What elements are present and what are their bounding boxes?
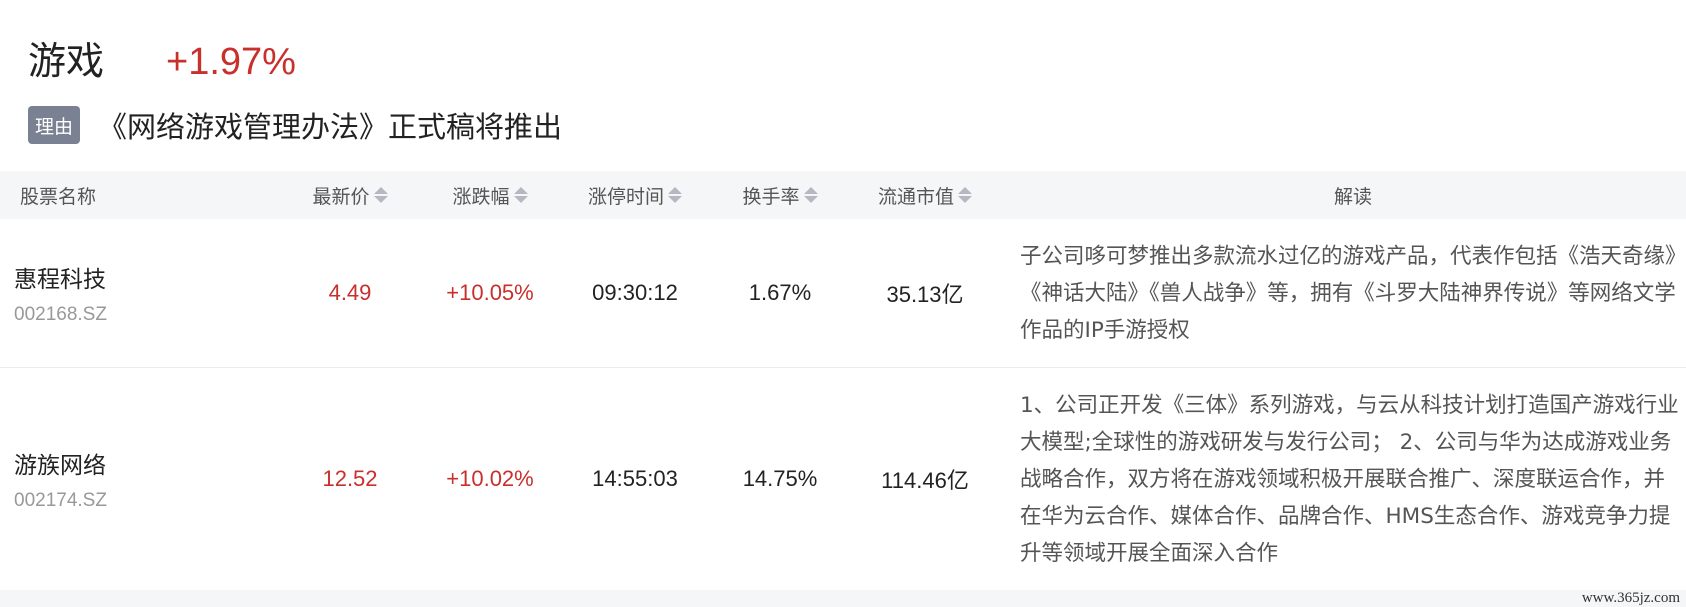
stock-cell[interactable]: 惠程科技 002168.SZ	[14, 219, 107, 367]
stock-code: 002174.SZ	[14, 490, 107, 511]
sort-icon[interactable]	[513, 187, 528, 203]
header-market-cap[interactable]: 流通市值	[850, 171, 1000, 219]
market-cap-cell: 35.13亿	[886, 282, 964, 307]
sort-icon[interactable]	[373, 187, 388, 203]
stock-table: 股票名称 最新价 涨跌幅 涨停时间 换手率 流通市值 解读 惠程科技 00216	[0, 171, 1686, 590]
header-label: 涨跌幅	[452, 185, 510, 208]
interpretation-cell: 子公司哆可梦推出多款流水过亿的游戏产品，代表作包括《浩天奇缘》《神话大陆》《兽人…	[1020, 219, 1680, 367]
interpretation-cell: 1、公司正开发《三体》系列游戏，与云从科技计划打造国产游戏行业大模型;全球性的游…	[1020, 368, 1680, 590]
header-change[interactable]: 涨跌幅	[420, 171, 560, 219]
watermark: www.365jz.com	[1581, 590, 1680, 606]
header-label: 股票名称	[20, 185, 97, 208]
limit-time-cell: 14:55:03	[592, 466, 678, 491]
change-cell: +10.02%	[446, 466, 534, 491]
header-label: 换手率	[742, 185, 800, 208]
limit-time-cell: 09:30:12	[592, 280, 678, 305]
turnover-cell: 1.67%	[748, 280, 812, 305]
header-limit-time[interactable]: 涨停时间	[560, 171, 710, 219]
sort-icon[interactable]	[958, 187, 972, 203]
footer-strip	[0, 590, 1686, 607]
header-label: 流通市值	[877, 185, 954, 208]
header-stock-name: 股票名称	[20, 171, 220, 219]
header-label: 解读	[1333, 185, 1372, 208]
price-cell: 12.52	[322, 466, 378, 491]
sort-icon[interactable]	[668, 187, 682, 203]
header-label: 最新价	[312, 185, 370, 208]
sector-change: +1.97%	[166, 41, 296, 83]
turnover-cell: 14.75%	[742, 466, 818, 491]
sector-header: 游戏 +1.97%	[28, 30, 296, 83]
stock-cell[interactable]: 游族网络 002174.SZ	[14, 368, 107, 590]
reason-tag: 理由	[28, 106, 80, 144]
interpretation-text: 1、公司正开发《三体》系列游戏，与云从科技计划打造国产游戏行业大模型;全球性的游…	[1020, 392, 1679, 566]
sector-name: 游戏	[28, 39, 105, 83]
reason-line: 理由 《网络游戏管理办法》正式稿将推出	[28, 104, 562, 146]
price-cell: 4.49	[328, 280, 372, 305]
reason-text: 《网络游戏管理办法》正式稿将推出	[98, 110, 563, 144]
change-cell: +10.05%	[446, 280, 534, 305]
interpretation-text: 子公司哆可梦推出多款流水过亿的游戏产品，代表作包括《浩天奇缘》《神话大陆》《兽人…	[1020, 243, 1676, 343]
table-header: 股票名称 最新价 涨跌幅 涨停时间 换手率 流通市值 解读	[0, 171, 1686, 219]
stock-name[interactable]: 惠程科技	[14, 260, 107, 294]
sort-icon[interactable]	[803, 187, 818, 203]
market-cap-cell: 114.46亿	[881, 468, 969, 493]
header-label: 涨停时间	[587, 185, 664, 208]
header-turnover[interactable]: 换手率	[710, 171, 850, 219]
header-price[interactable]: 最新价	[280, 171, 420, 219]
table-row[interactable]: 游族网络 002174.SZ 12.52 +10.02% 14:55:03 14…	[0, 368, 1686, 590]
table-row[interactable]: 惠程科技 002168.SZ 4.49 +10.05% 09:30:12 1.6…	[0, 219, 1686, 368]
stock-name[interactable]: 游族网络	[14, 446, 107, 480]
stock-code: 002168.SZ	[14, 304, 107, 325]
header-interpretation: 解读	[1020, 171, 1686, 219]
